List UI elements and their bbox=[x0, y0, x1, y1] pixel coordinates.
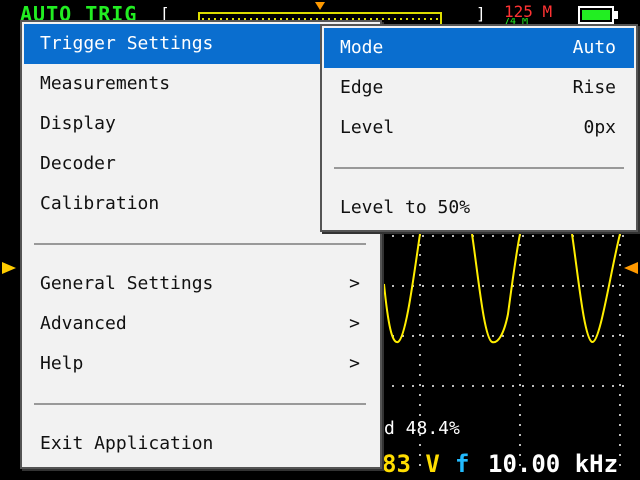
menu-item-label: Decoder bbox=[40, 153, 116, 174]
frequency-readout: 10.00 kHz bbox=[488, 450, 619, 478]
chevron-right-icon: > bbox=[349, 313, 360, 334]
battery-level bbox=[582, 10, 610, 20]
submenu-item-value: Rise bbox=[572, 77, 616, 98]
submenu-item-mode[interactable]: Mode Auto bbox=[324, 28, 634, 68]
submenu-item-label: Level to 50% bbox=[340, 197, 471, 218]
menu-item-label: Exit Application bbox=[40, 433, 214, 454]
menu-item-help[interactable]: Help > bbox=[24, 344, 378, 384]
timeline-close-bracket: ] bbox=[476, 4, 486, 23]
submenu-item-value: 0px bbox=[583, 117, 616, 138]
duty-cycle-readout: d 48.4% bbox=[384, 418, 460, 439]
chevron-right-icon: > bbox=[349, 273, 360, 294]
voltage-readout: 83 V bbox=[382, 450, 440, 478]
menu-divider bbox=[34, 243, 366, 245]
menu-item-label: Trigger Settings bbox=[40, 33, 214, 54]
menu-item-label: Advanced bbox=[40, 313, 127, 334]
menu-item-label: Measurements bbox=[40, 73, 171, 94]
submenu-divider bbox=[334, 167, 624, 169]
trigger-level-marker[interactable] bbox=[624, 262, 638, 274]
menu-divider bbox=[34, 403, 366, 405]
menu-item-advanced[interactable]: Advanced > bbox=[24, 304, 378, 344]
battery-cap bbox=[614, 11, 618, 19]
submenu-item-label: Edge bbox=[340, 77, 384, 98]
chevron-right-icon: > bbox=[349, 353, 360, 374]
frequency-label: f bbox=[455, 450, 470, 478]
menu-item-label: Help bbox=[40, 353, 84, 374]
trigger-settings-submenu: Mode Auto Edge Rise Level 0px Level to 5… bbox=[320, 24, 638, 232]
battery-icon bbox=[578, 6, 614, 24]
menu-item-label: Calibration bbox=[40, 193, 160, 214]
submenu-item-label: Level bbox=[340, 117, 395, 138]
channel-offset-marker[interactable] bbox=[2, 262, 16, 274]
menu-item-general-settings[interactable]: General Settings > bbox=[24, 264, 378, 304]
menu-item-exit-application[interactable]: Exit Application bbox=[24, 424, 378, 464]
submenu-item-value: Auto bbox=[572, 37, 616, 58]
submenu-item-level-to-50[interactable]: Level to 50% bbox=[324, 188, 634, 228]
menu-item-label: Display bbox=[40, 113, 116, 134]
menu-item-label: General Settings bbox=[40, 273, 214, 294]
trigger-position-marker[interactable] bbox=[315, 2, 325, 10]
submenu-item-label: Mode bbox=[340, 37, 384, 58]
signal-trace bbox=[383, 234, 621, 344]
submenu-item-edge[interactable]: Edge Rise bbox=[324, 68, 634, 108]
submenu-item-level[interactable]: Level 0px bbox=[324, 108, 634, 148]
